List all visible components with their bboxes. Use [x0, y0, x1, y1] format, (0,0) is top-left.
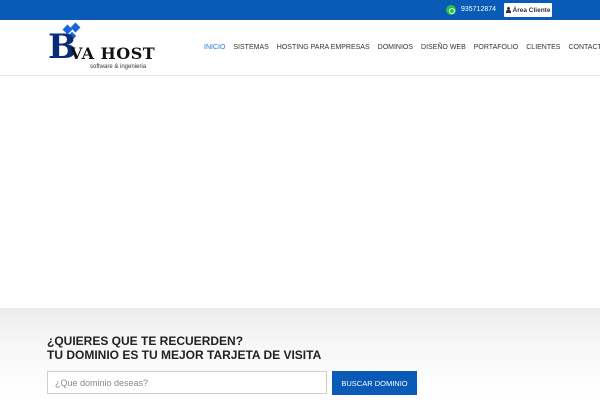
nav-item-dominios[interactable]: DOMINIOS — [374, 43, 417, 53]
nav-item-hosting[interactable]: HOSTING PARA EMPRESAS — [273, 43, 374, 53]
search-domain-button[interactable]: BUSCAR DOMINIO — [332, 371, 417, 395]
nav-item-inicio[interactable]: INICIO — [200, 43, 229, 53]
nav-item-clientes[interactable]: CLIENTES — [522, 43, 564, 53]
nav-item-contactenos[interactable]: CONTACTENOS — [564, 43, 600, 53]
top-bar: 935712874 Área Cliente — [0, 0, 600, 20]
nav-item-diseno-web[interactable]: DISEÑO WEB — [417, 43, 470, 53]
nav-item-sistemas[interactable]: SISTEMAS — [229, 43, 272, 53]
domain-title-line1: ¿QUIERES QUE TE RECUERDEN? — [47, 334, 244, 348]
domain-search-section: ¿QUIERES QUE TE RECUERDEN? TU DOMINIO ES… — [0, 308, 600, 400]
user-icon — [505, 7, 511, 13]
whatsapp-icon[interactable] — [446, 5, 456, 15]
logo-name: VA HOST — [70, 44, 156, 63]
client-area-button[interactable]: Área Cliente — [504, 3, 552, 17]
site-logo[interactable]: B VA HOST software & ingenieria — [48, 22, 172, 76]
phone-number[interactable]: 935712874 — [461, 5, 496, 15]
domain-search-input[interactable] — [47, 371, 327, 394]
logo-tagline: software & ingenieria — [90, 64, 147, 70]
hero-area — [0, 77, 600, 308]
main-nav: INICIO SISTEMAS HOSTING PARA EMPRESAS DO… — [200, 43, 600, 53]
client-area-label: Área Cliente — [512, 6, 551, 14]
site-header: B VA HOST software & ingenieria INICIO S… — [0, 20, 600, 76]
nav-item-portafolio[interactable]: PORTAFOLIO — [470, 43, 522, 53]
domain-title-line2: TU DOMINIO ES TU MEJOR TARJETA DE VISITA — [47, 348, 322, 362]
